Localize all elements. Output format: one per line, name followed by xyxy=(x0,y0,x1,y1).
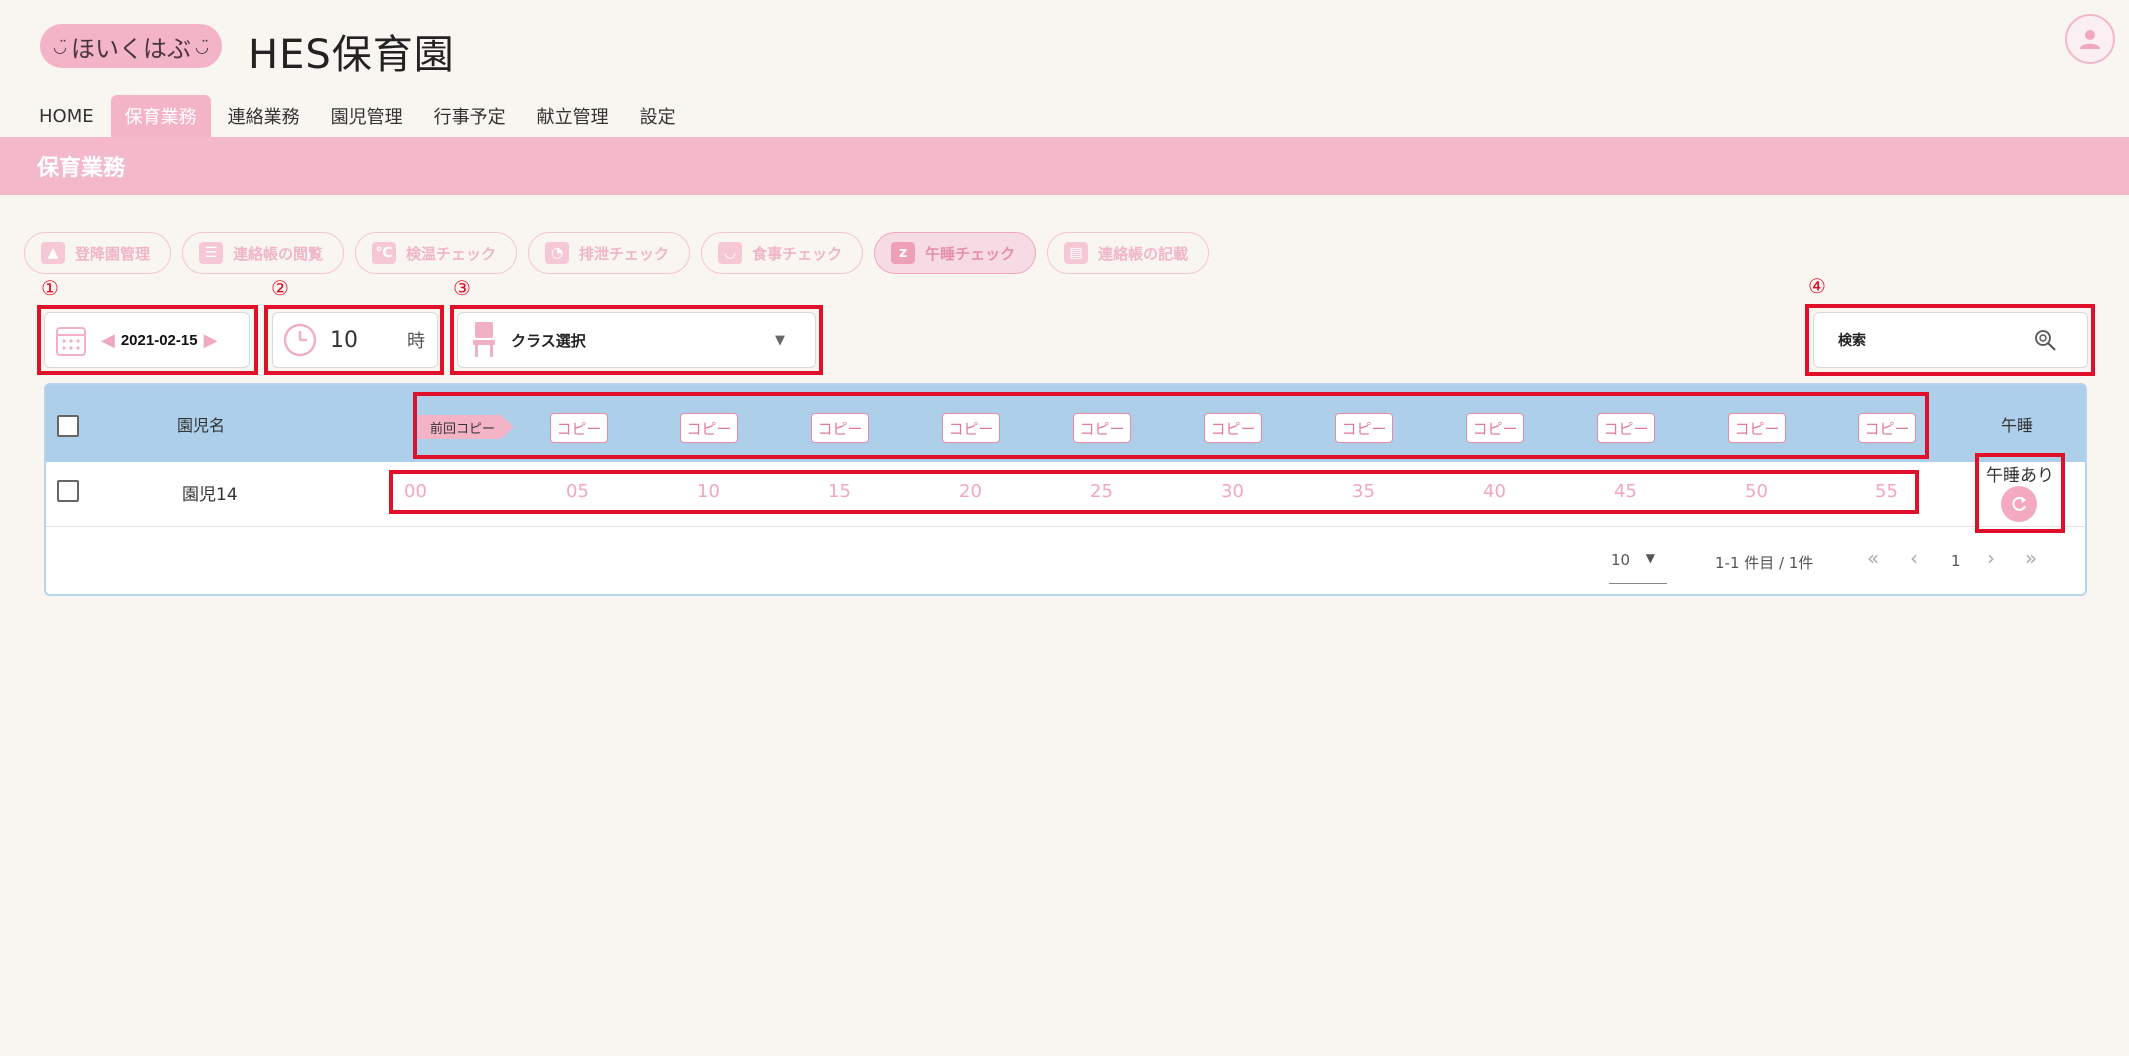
minute-cell-10[interactable]: 10 xyxy=(697,481,720,502)
prev-date-button[interactable]: ◀ xyxy=(101,330,115,351)
column-header-child-name: 園児名 xyxy=(177,416,226,435)
smile-icon: ◡̈ xyxy=(195,36,209,56)
minute-cell-45[interactable]: 45 xyxy=(1614,481,1637,502)
logo-text: ほいくはぶ xyxy=(71,34,191,63)
child-name: 園児14 xyxy=(182,485,238,505)
copy-button-20[interactable]: コピー xyxy=(1073,413,1131,443)
copy-button-35[interactable]: コピー xyxy=(1466,413,1524,443)
tent-icon: ▲ xyxy=(41,242,65,264)
calendar-icon xyxy=(56,327,86,356)
duck-icon: ◔ xyxy=(545,242,570,264)
bowl-icon: ◡ xyxy=(718,242,743,264)
chair-icon xyxy=(473,322,495,357)
minute-cell-40[interactable]: 40 xyxy=(1483,481,1506,502)
search-icon[interactable] xyxy=(2033,328,2057,352)
date-picker[interactable]: ◀ 2021-02-15 ▶ xyxy=(44,312,250,368)
copy-button-05[interactable]: コピー xyxy=(680,413,738,443)
minute-cell-55[interactable]: 55 xyxy=(1875,481,1898,502)
first-page-icon[interactable]: « xyxy=(1867,546,1879,570)
copy-button-50[interactable]: コピー xyxy=(1858,413,1916,443)
column-header-nap: 午睡 xyxy=(2001,416,2034,435)
per-page-select[interactable]: 10 ▼ xyxy=(1609,551,1667,584)
thermometer-icon: ℃ xyxy=(372,242,397,264)
copy-button-00[interactable]: コピー xyxy=(550,413,608,443)
annotation-4: ④ xyxy=(1808,274,1826,298)
attendance-button[interactable]: ▲ 登降園管理 xyxy=(24,232,172,274)
hour-unit: 時 xyxy=(407,331,425,352)
annotation-box-nap-status xyxy=(1975,453,2065,533)
row-divider xyxy=(46,526,2085,527)
prev-page-icon[interactable]: ‹ xyxy=(1910,546,1918,570)
minute-cell-20[interactable]: 20 xyxy=(959,481,982,502)
search-input[interactable]: 検索 xyxy=(1838,330,1866,350)
chevron-down-icon: ▼ xyxy=(775,332,785,348)
tab-child-management[interactable]: 園児管理 xyxy=(317,95,417,137)
class-select[interactable]: クラス選択 ▼ xyxy=(457,312,816,368)
last-page-icon[interactable]: » xyxy=(2025,546,2037,570)
next-page-icon[interactable]: › xyxy=(1987,546,1995,570)
copy-button-45[interactable]: コピー xyxy=(1728,413,1786,443)
date-value: 2021-02-15 xyxy=(120,331,198,349)
copy-button-15[interactable]: コピー xyxy=(942,413,1000,443)
next-date-button[interactable]: ▶ xyxy=(204,330,218,351)
copy-button-30[interactable]: コピー xyxy=(1335,413,1393,443)
class-select-value: クラス選択 xyxy=(511,331,586,350)
minute-cell-15[interactable]: 15 xyxy=(828,481,851,502)
copy-button-10[interactable]: コピー xyxy=(811,413,869,443)
minute-cell-25[interactable]: 25 xyxy=(1090,481,1113,502)
hour-value: 10 xyxy=(330,327,358,353)
minute-cell-30[interactable]: 30 xyxy=(1221,481,1244,502)
organization-name: HES保育園 xyxy=(248,32,455,78)
smile-icon: ◡̈ xyxy=(53,36,67,56)
annotation-box-minutes xyxy=(389,470,1919,514)
tab-menu-management[interactable]: 献立管理 xyxy=(523,95,623,137)
minute-cell-05[interactable]: 05 xyxy=(566,481,589,502)
copy-button-40[interactable]: コピー xyxy=(1597,413,1655,443)
list-icon: ☰ xyxy=(199,242,224,264)
meal-check-button[interactable]: ◡ 食事チェック xyxy=(701,232,864,274)
tab-home[interactable]: HOME xyxy=(25,95,108,137)
annotation-3: ③ xyxy=(453,276,471,300)
pagination-range: 1-1 件目 / 1件 xyxy=(1715,554,1814,572)
annotation-1: ① xyxy=(41,276,59,300)
section-title: 保育業務 xyxy=(37,156,126,181)
temperature-check-button[interactable]: ℃ 検温チェック xyxy=(355,232,518,274)
clock-icon xyxy=(283,323,317,357)
search-field[interactable]: 検索 xyxy=(1813,312,2088,368)
copy-button-25[interactable]: コピー xyxy=(1204,413,1262,443)
notebook-icon: ▤ xyxy=(1064,242,1089,264)
prev-copy-button[interactable]: 前回コピー xyxy=(418,415,514,439)
user-avatar-button[interactable] xyxy=(2065,14,2115,64)
current-page[interactable]: 1 xyxy=(1951,552,1961,570)
main-nav: HOME 保育業務 連絡業務 園児管理 行事予定 献立管理 設定 xyxy=(25,95,693,137)
write-notebook-button[interactable]: ▤ 連絡帳の記載 xyxy=(1047,232,1210,274)
app-logo[interactable]: ◡̈ ほいくはぶ ◡̈ xyxy=(40,24,222,68)
nap-check-button[interactable]: z 午睡チェック xyxy=(874,232,1037,274)
sleep-icon: z xyxy=(891,242,916,264)
function-button-row: ▲ 登降園管理 ☰ 連絡帳の閲覧 ℃ 検温チェック ◔ 排泄チェック ◡ 食事チェック z… xyxy=(24,232,1220,274)
minute-cell-35[interactable]: 35 xyxy=(1352,481,1375,502)
user-icon xyxy=(2080,30,2100,49)
minute-cell-00[interactable]: 00 xyxy=(404,481,427,502)
section-banner: 保育業務 xyxy=(0,137,2129,195)
annotation-2: ② xyxy=(271,276,289,300)
chevron-down-icon: ▼ xyxy=(1645,551,1655,565)
tab-childcare-work[interactable]: 保育業務 xyxy=(110,95,211,137)
tab-communication[interactable]: 連絡業務 xyxy=(214,95,314,137)
select-all-checkbox[interactable] xyxy=(57,415,79,437)
excretion-check-button[interactable]: ◔ 排泄チェック xyxy=(528,232,691,274)
tab-events[interactable]: 行事予定 xyxy=(420,95,520,137)
hour-selector[interactable]: 10 時 xyxy=(272,312,438,368)
minute-cell-50[interactable]: 50 xyxy=(1745,481,1768,502)
view-notebook-button[interactable]: ☰ 連絡帳の閲覧 xyxy=(182,232,345,274)
annotation-box-copy xyxy=(413,392,1929,459)
tab-settings[interactable]: 設定 xyxy=(626,95,690,137)
row-checkbox[interactable] xyxy=(57,480,79,502)
